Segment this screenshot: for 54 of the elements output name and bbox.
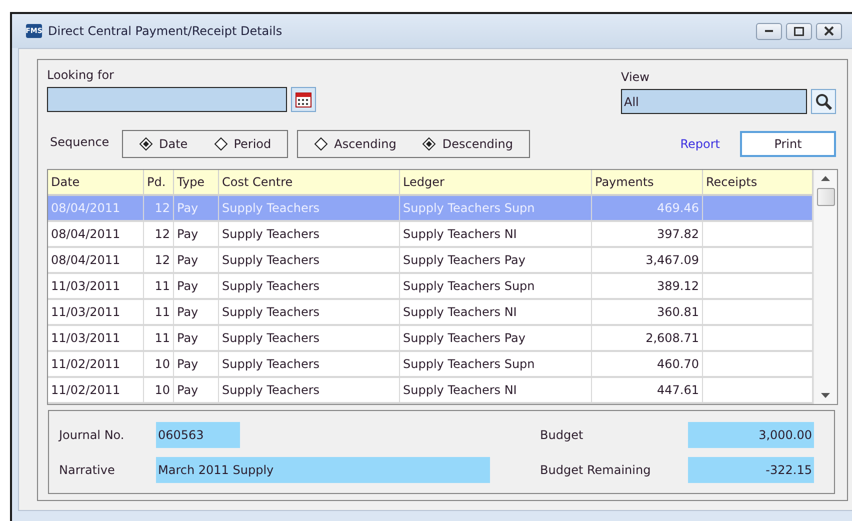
radio-option[interactable]: Period: [214, 135, 272, 153]
table-row[interactable]: 11/03/2011 11 Pay Supply Teachers Supply Teachers Supn 389.12: [48, 274, 813, 300]
table-row[interactable]: 11/03/2011 11 Pay Supply Teachers Supply Teachers NI 360.81: [48, 300, 813, 326]
minimize-button[interactable]: [756, 22, 782, 40]
radio-option[interactable]: Ascending: [314, 135, 396, 153]
scroll-up-icon[interactable]: [821, 176, 830, 181]
field-label: Budget Remaining: [540, 462, 652, 479]
sequence-label: Sequence: [49, 134, 110, 151]
column-header[interactable]: Pd.: [144, 170, 174, 196]
looking-for-field[interactable]: [47, 87, 287, 112]
table-cell: Pay: [174, 378, 219, 404]
column-header[interactable]: Payments: [592, 170, 703, 196]
table-cell: 11/02/2011: [48, 378, 144, 404]
column-header[interactable]: Receipts: [703, 170, 813, 196]
column-header[interactable]: Type: [174, 170, 219, 196]
narrative-field: March 2011 Supply: [156, 457, 490, 483]
view-field[interactable]: All: [621, 89, 807, 114]
scroll-down-icon[interactable]: [821, 393, 830, 398]
table-cell: 447.61: [592, 378, 703, 404]
search-button[interactable]: [811, 89, 836, 114]
table-row[interactable]: 08/04/2011 12 Pay Supply Teachers Supply Teachers Pay 3,467.09: [48, 248, 813, 274]
table-row[interactable]: 11/03/2011 11 Pay Supply Teachers Supply Teachers Pay 2,608.71: [48, 326, 813, 352]
print-button[interactable]: Print: [740, 131, 836, 157]
close-button[interactable]: [816, 22, 842, 40]
budget-field: 3,000.00: [688, 422, 814, 448]
journal-number-field: 060563: [156, 422, 240, 448]
table-row[interactable]: 11/02/2011 10 Pay Supply Teachers Supply Teachers NI 447.61: [48, 378, 813, 404]
field-label: Narrative: [59, 462, 116, 479]
field-label: Looking for: [47, 67, 115, 84]
column-header[interactable]: Cost Centre: [219, 170, 400, 196]
column-header[interactable]: Ledger: [400, 170, 592, 196]
table-cell: 10: [144, 378, 174, 404]
scroll-thumb[interactable]: [816, 188, 834, 206]
field-label: View: [621, 69, 650, 86]
calendar-button[interactable]: [291, 87, 316, 112]
maximize-icon: [794, 26, 804, 36]
search-icon: [814, 92, 832, 110]
calendar-icon: [295, 91, 312, 108]
close-icon: [824, 26, 834, 36]
field-label: Budget: [540, 427, 584, 444]
table-row[interactable]: 08/04/2011 12 Pay Supply Teachers Supply Teachers NI 397.82: [48, 222, 813, 248]
minimize-icon: [765, 30, 773, 32]
column-header[interactable]: Date: [48, 170, 144, 196]
maximize-button[interactable]: [786, 22, 812, 40]
table-cell: Supply Teachers NI: [400, 378, 592, 404]
table-row[interactable]: 11/02/2011 10 Pay Supply Teachers Supply Teachers Supn 460.70: [48, 352, 813, 378]
radio-option[interactable]: Descending: [422, 135, 513, 153]
budget-remaining-field: -322.15: [688, 457, 814, 483]
window-title: Direct Central Payment/Receipt Details: [48, 23, 282, 40]
field-label: Journal No.: [59, 427, 126, 444]
report-link[interactable]: Report: [680, 135, 720, 153]
scrollbar[interactable]: [813, 170, 837, 404]
radio-option[interactable]: Date: [139, 135, 188, 153]
table-cell: Supply Teachers: [219, 378, 400, 404]
